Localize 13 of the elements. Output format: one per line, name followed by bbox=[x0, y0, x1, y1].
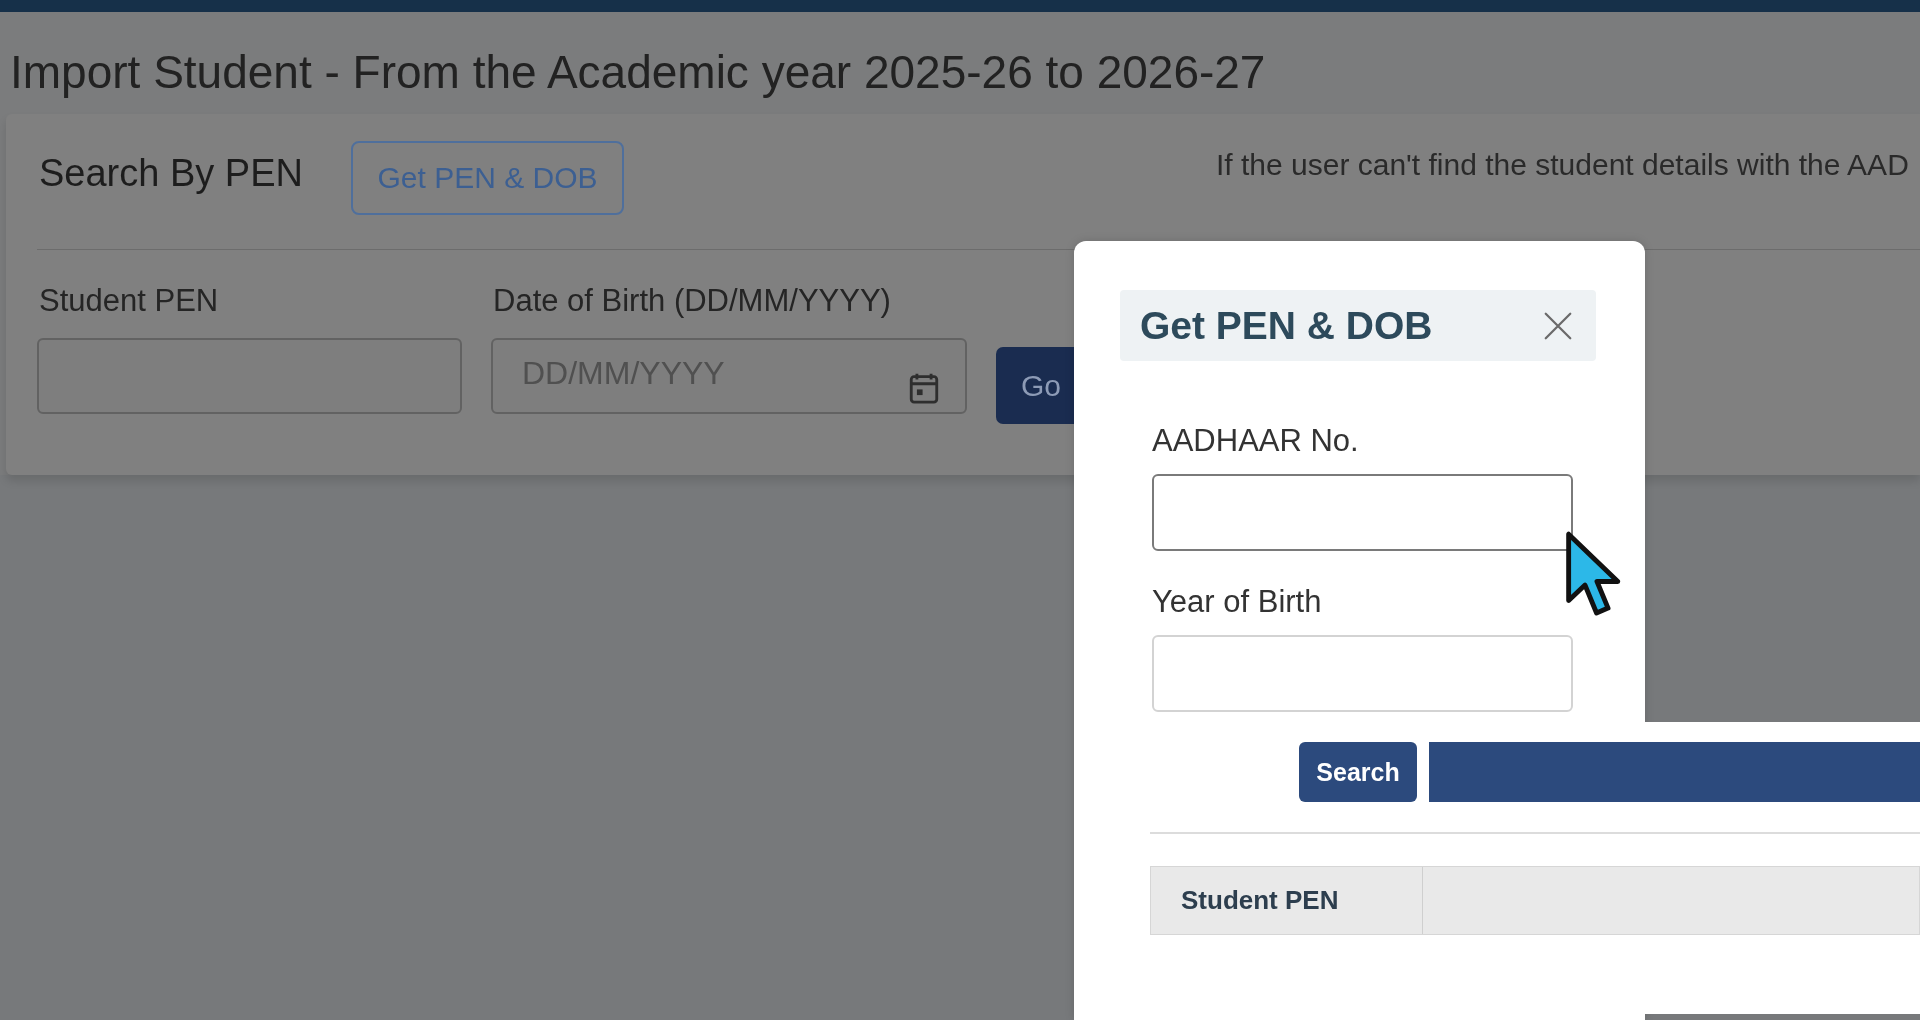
input-field[interactable] bbox=[37, 338, 462, 414]
field-label: AADHAAR No. bbox=[1152, 424, 1359, 458]
section-title: Search By PEN bbox=[39, 151, 303, 195]
page-title: Import Student - From the Academic year 2025-26 to 2026-27 bbox=[9, 45, 1266, 98]
close-icon[interactable] bbox=[1544, 311, 1572, 340]
modal-title: Get PEN & DOB bbox=[1140, 303, 1433, 348]
field-label: Date of Birth (DD/MM/YYYY) bbox=[493, 284, 891, 318]
field-label: Year of Birth bbox=[1152, 585, 1322, 619]
input-field[interactable] bbox=[1152, 474, 1573, 551]
column-header: Student PEN bbox=[1151, 867, 1423, 934]
search-button[interactable]: Search bbox=[1299, 742, 1417, 802]
field-label: Student PEN bbox=[39, 284, 219, 318]
help-text: If the user can't find the student details with the AAD bbox=[1216, 148, 1909, 182]
